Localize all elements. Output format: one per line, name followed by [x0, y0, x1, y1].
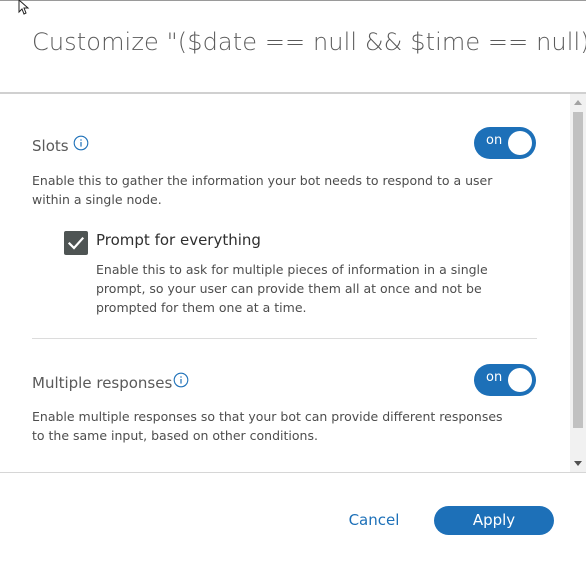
- multiple-responses-description: Enable multiple responses so that your b…: [32, 407, 503, 445]
- slots-label: Slots: [32, 137, 69, 155]
- dialog-title: Customize "($date == null && $time == nu…: [32, 28, 586, 56]
- multiple-responses-toggle[interactable]: on: [474, 364, 536, 396]
- multiple-responses-label: Multiple responses: [32, 374, 173, 392]
- footer-divider: [0, 472, 586, 473]
- prompt-description: Enable this to ask for multiple pieces o…: [96, 260, 488, 317]
- mouse-pointer-icon: [18, 0, 30, 15]
- info-icon[interactable]: [73, 135, 89, 151]
- slots-toggle-text: on: [486, 133, 503, 148]
- slots-description-line: Enable this to gather the information yo…: [32, 173, 493, 188]
- slots-description-line: within a single node.: [32, 192, 162, 207]
- prompt-for-everything-label[interactable]: Prompt for everything: [96, 231, 261, 249]
- prompt-description-line: Enable this to ask for multiple pieces o…: [96, 262, 488, 277]
- checkmark-icon: [67, 236, 85, 250]
- dialog-body: Slots on Enable this to gather the infor…: [0, 94, 586, 472]
- scroll-down-arrow-icon[interactable]: [574, 461, 582, 466]
- vertical-scrollbar[interactable]: [570, 94, 586, 472]
- toggle-knob: [508, 368, 532, 392]
- multiple-responses-description-line: Enable multiple responses so that your b…: [32, 409, 503, 424]
- multiple-responses-description-line: to the same input, based on other condit…: [32, 428, 318, 443]
- scrollbar-thumb[interactable]: [573, 112, 583, 428]
- scroll-up-arrow-icon[interactable]: [574, 100, 582, 105]
- window-top-border: [0, 0, 586, 1]
- multiple-responses-toggle-text: on: [486, 370, 503, 385]
- cancel-button[interactable]: Cancel: [338, 505, 410, 535]
- slots-description: Enable this to gather the information yo…: [32, 171, 492, 209]
- prompt-description-line: prompted for them one at a time.: [96, 300, 307, 315]
- prompt-description-line: prompt, so your user can provide them al…: [96, 281, 482, 296]
- section-divider: [32, 338, 537, 339]
- info-icon[interactable]: [173, 372, 189, 388]
- slots-toggle[interactable]: on: [474, 127, 536, 159]
- toggle-knob: [508, 131, 532, 155]
- apply-button[interactable]: Apply: [434, 506, 554, 535]
- customize-dialog: Customize "($date == null && $time == nu…: [0, 0, 586, 567]
- prompt-for-everything-checkbox[interactable]: [64, 231, 88, 255]
